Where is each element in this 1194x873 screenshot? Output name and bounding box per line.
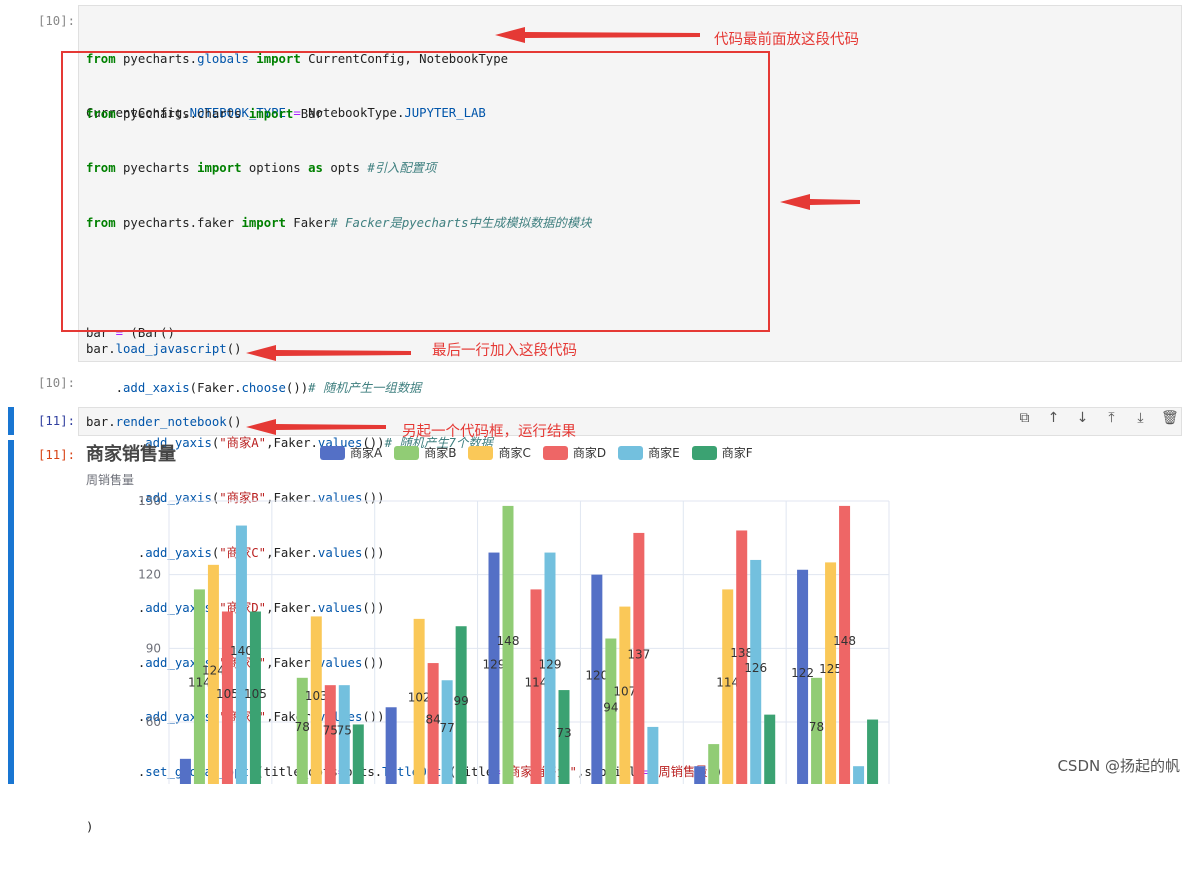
y-tick-label: 150: [138, 494, 161, 508]
bar-label: 114: [525, 676, 548, 690]
bar-label: 73: [556, 726, 571, 740]
bar-label: 129: [483, 657, 506, 671]
bar-label: 137: [627, 647, 650, 661]
bar-label: 138: [730, 646, 753, 660]
bar-label: 140: [230, 644, 253, 658]
bar-label: 105: [216, 687, 239, 701]
bar: [385, 707, 397, 784]
bar-label: 75: [323, 724, 338, 738]
bar-label: 94: [603, 700, 618, 714]
bar-chart: 60 90 120 150 129 120 122 114 78 148 94 78 124 103 102…: [138, 494, 890, 784]
bar-label: 124: [202, 663, 225, 677]
bar-label: 102: [408, 690, 431, 704]
bar-label: 99: [454, 694, 469, 708]
bar-label: 114: [188, 676, 211, 690]
bar-label: 120: [585, 668, 608, 682]
bar-label: 148: [833, 634, 856, 648]
bar-label: 84: [426, 713, 441, 727]
y-tick-label: 120: [138, 568, 161, 582]
bar-label: 125: [819, 662, 842, 676]
bar: [647, 726, 659, 784]
bar-label: 107: [613, 684, 636, 698]
bar-label: 103: [305, 689, 328, 703]
bar-label: 105: [244, 687, 267, 701]
bar-label: 126: [744, 661, 767, 675]
bar: [764, 714, 776, 784]
y-tick-label: 60: [146, 715, 161, 729]
bar-label: 78: [809, 720, 824, 734]
bar: [694, 766, 706, 784]
bar-label: 122: [791, 666, 814, 680]
bar-label: 148: [497, 634, 520, 648]
bar-label: 77: [440, 721, 455, 735]
bar: [867, 719, 879, 784]
bar: [352, 724, 364, 784]
bar: [179, 758, 191, 784]
watermark: CSDN @扬起的帆: [1057, 757, 1180, 775]
bar-label: 114: [716, 676, 739, 690]
bar-label: 75: [337, 724, 352, 738]
bar-label: 78: [295, 720, 310, 734]
bar: [708, 744, 720, 784]
y-tick-label: 90: [146, 641, 161, 655]
bar-label: 129: [539, 657, 562, 671]
bar: [853, 766, 865, 784]
